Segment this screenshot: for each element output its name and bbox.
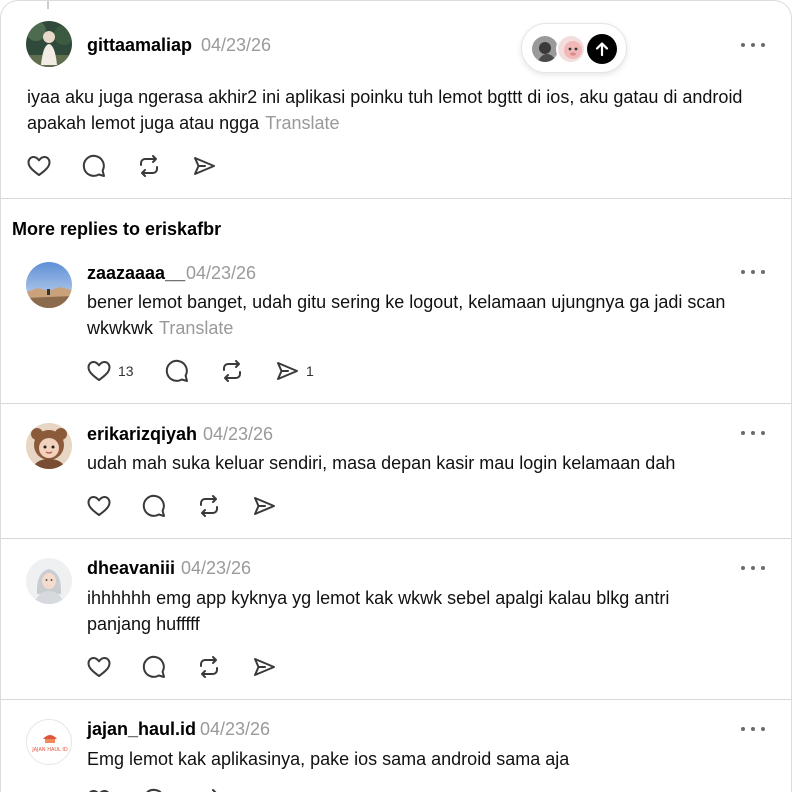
reply-body: udah mah suka keluar sendiri, masa depan… — [87, 450, 767, 476]
reply-button[interactable] — [141, 492, 167, 520]
reply-actions — [86, 492, 296, 520]
like-button[interactable]: 13 — [86, 357, 134, 385]
post-date[interactable]: 04/23/26 — [201, 35, 271, 56]
reply-item: erikarizqiyah 04/23/26 udah mah suka kel… — [1, 404, 791, 538]
thread-card: gittaamaliap 04/23/26 iyaa aku juga nger… — [0, 0, 792, 792]
more-options-icon[interactable] — [740, 429, 766, 437]
divider — [1, 198, 791, 199]
avatar[interactable] — [26, 558, 72, 604]
reply-button[interactable] — [164, 357, 190, 385]
share-button[interactable] — [251, 653, 277, 681]
reply-body: ihhhhhh emg app kyknya yg lemot kak wkwk… — [87, 585, 727, 637]
share-button[interactable]: 1 — [274, 357, 314, 385]
share-button[interactable] — [191, 152, 217, 180]
more-options-icon[interactable] — [740, 564, 766, 572]
arrow-up-icon[interactable] — [587, 34, 617, 64]
post-text: iyaa aku juga ngerasa akhir2 ini aplikas… — [27, 87, 743, 133]
comment-icon — [165, 359, 188, 382]
reply-button[interactable] — [141, 786, 167, 792]
like-button[interactable] — [86, 786, 112, 792]
heart-icon — [87, 496, 111, 516]
reply-button[interactable] — [81, 152, 107, 180]
comment-icon — [82, 154, 105, 177]
translate-link[interactable]: Translate — [159, 318, 233, 338]
reply-date[interactable]: 04/23/26 — [181, 558, 251, 579]
repost-icon — [140, 155, 158, 177]
share-count: 1 — [306, 363, 314, 379]
repost-button[interactable] — [196, 786, 222, 792]
reply-username[interactable]: zaazaaaa__ — [87, 263, 185, 284]
post-username[interactable]: gittaamaliap — [87, 35, 192, 56]
reply-body: Emg lemot kak aplikasinya, pake ios sama… — [87, 746, 767, 772]
reply-actions — [86, 653, 296, 681]
reply-date[interactable]: 04/23/26 — [200, 719, 270, 740]
reply-button[interactable] — [141, 653, 167, 681]
reply-username[interactable]: jajan_haul.id — [87, 719, 196, 740]
more-options-icon[interactable] — [740, 41, 766, 49]
avatar-jajan-haul-logo-icon: JAJAN HAUL ID — [27, 720, 71, 764]
reply-actions — [86, 786, 296, 792]
heart-icon — [87, 657, 111, 677]
like-button[interactable] — [86, 653, 112, 681]
heart-icon — [27, 156, 51, 176]
avatar-photo-woman-outdoor-icon — [26, 21, 72, 67]
reply-indicator[interactable] — [521, 23, 627, 73]
reply-username[interactable]: erikarizqiyah — [87, 424, 197, 445]
reply-username[interactable]: dheavaniii — [87, 558, 175, 579]
avatar-child-bear-hat-icon — [26, 423, 72, 469]
repost-button[interactable] — [219, 357, 245, 385]
more-options-icon[interactable] — [740, 268, 766, 276]
more-options-icon[interactable] — [740, 725, 766, 733]
avatar[interactable] — [26, 21, 72, 67]
logo-text: JAJAN HAUL ID — [31, 747, 68, 753]
send-icon — [194, 157, 215, 175]
repost-button[interactable] — [196, 653, 222, 681]
send-icon — [277, 362, 298, 380]
post-body: iyaa aku juga ngerasa akhir2 ini aplikas… — [27, 84, 767, 136]
reply-date[interactable]: 04/23/26 — [186, 263, 256, 284]
repost-button[interactable] — [196, 492, 222, 520]
send-icon — [254, 497, 275, 515]
avatar-hijab-illustration-icon — [26, 558, 72, 604]
repost-button[interactable] — [136, 152, 162, 180]
comment-icon — [146, 788, 162, 792]
reply-item: JAJAN HAUL ID jajan_haul.id 04/23/26 Emg… — [1, 700, 791, 792]
top-post: gittaamaliap 04/23/26 iyaa aku juga nger… — [1, 1, 791, 198]
avatar[interactable]: JAJAN HAUL ID — [26, 719, 72, 765]
like-count: 13 — [118, 363, 134, 379]
reply-body: bener lemot banget, udah gitu sering ke … — [87, 289, 767, 341]
avatar[interactable] — [26, 423, 72, 469]
like-button[interactable] — [26, 152, 52, 180]
repost-icon — [223, 360, 241, 382]
like-button[interactable] — [86, 492, 112, 520]
heart-icon — [89, 790, 109, 792]
repost-icon — [200, 656, 218, 678]
translate-link[interactable]: Translate — [265, 113, 339, 133]
repost-icon — [200, 495, 218, 517]
reply-text: Emg lemot kak aplikasinya, pake ios sama… — [87, 749, 570, 769]
reply-actions: 13 1 — [86, 357, 346, 385]
repost-icon — [205, 789, 217, 792]
post-actions — [26, 152, 286, 180]
comment-icon — [142, 494, 165, 517]
reply-text: udah mah suka keluar sendiri, masa depan… — [87, 453, 676, 473]
reply-date[interactable]: 04/23/26 — [203, 424, 273, 445]
reply-item: zaazaaaa__ 04/23/26 bener lemot banget, … — [1, 251, 791, 403]
section-title: More replies to eriskafbr — [12, 219, 222, 239]
heart-icon — [87, 361, 111, 381]
reply-text: ihhhhhh emg app kyknya yg lemot kak wkwk… — [87, 588, 670, 634]
send-icon — [254, 658, 275, 676]
comment-icon — [142, 655, 165, 678]
avatar[interactable] — [26, 262, 72, 308]
share-button[interactable] — [251, 492, 277, 520]
reply-item: dheavaniii 04/23/26 ihhhhhh emg app kykn… — [1, 539, 791, 699]
avatar-landscape-sky-icon — [26, 262, 72, 308]
avatar-pink-cartoon-icon — [556, 34, 586, 64]
